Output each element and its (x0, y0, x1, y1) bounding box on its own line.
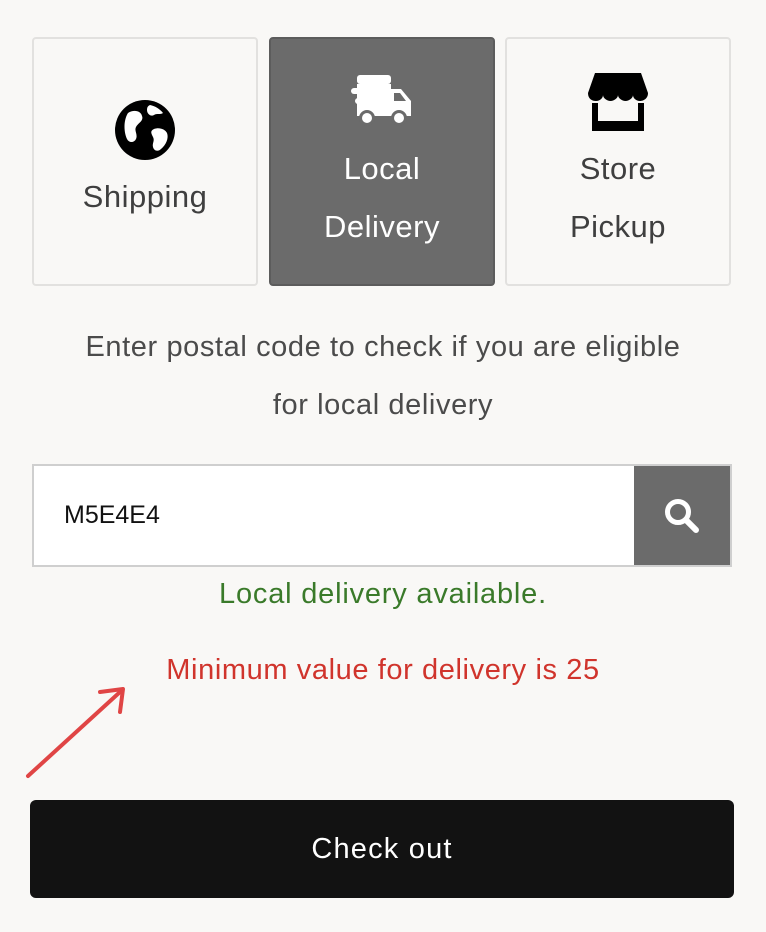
local-delivery-label-line2: Delivery (324, 209, 440, 244)
shipping-label: Shipping (82, 179, 208, 214)
delivery-truck-icon (351, 69, 413, 136)
store-pickup-label-line2: Pickup (569, 209, 667, 244)
storefront-icon (587, 71, 649, 138)
shipping-option[interactable]: Shipping (32, 37, 258, 286)
postal-code-input[interactable] (34, 466, 634, 565)
globe-icon (114, 99, 176, 166)
checkout-button[interactable]: Check out (30, 800, 734, 898)
instructions-line2: for local delivery (272, 389, 494, 421)
store-pickup-label-line1: Store (579, 151, 657, 186)
postal-code-instructions: Enter postal code to check if you are el… (0, 318, 766, 434)
search-button[interactable] (634, 466, 730, 565)
delivery-available-message: Local delivery available. (219, 578, 547, 610)
postal-code-search (32, 464, 732, 567)
store-pickup-option[interactable]: Store Pickup (505, 37, 731, 286)
local-delivery-option[interactable]: Local Delivery (269, 37, 495, 286)
local-delivery-label-line1: Local (343, 151, 421, 186)
instructions-line1: Enter postal code to check if you are el… (85, 331, 681, 363)
annotation-arrow-icon (26, 687, 125, 778)
search-icon (665, 499, 699, 533)
delivery-method-selector: Shipping Local Delivery Store Pickup (32, 37, 732, 288)
